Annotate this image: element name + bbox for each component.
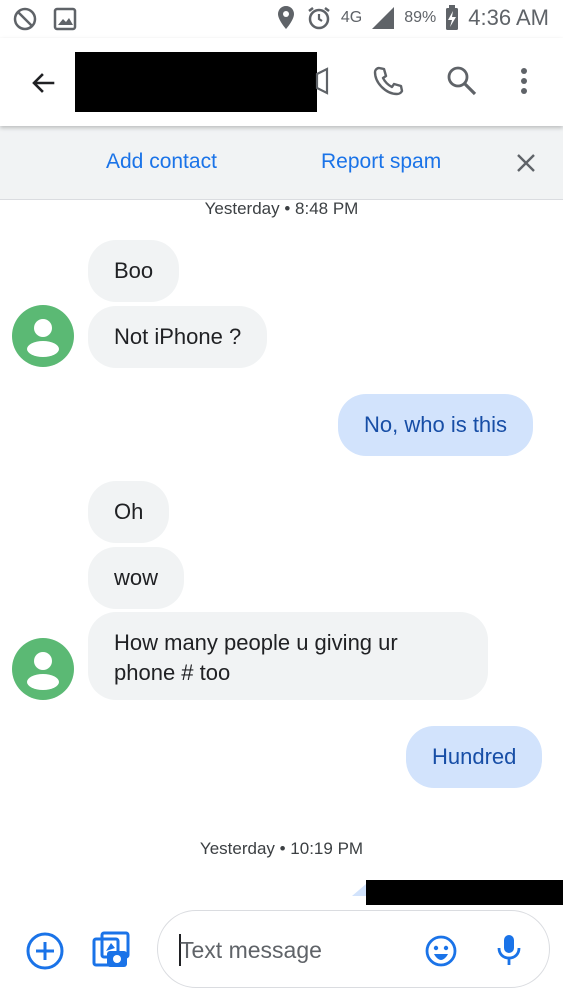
message-bubble-incoming[interactable]: Oh <box>88 481 170 543</box>
conversation-timestamp: Yesterday • 8:48 PM <box>204 199 359 218</box>
lte-icon: 4G <box>340 9 363 26</box>
contact-name-redacted <box>75 52 317 112</box>
contact-avatar[interactable] <box>12 305 74 367</box>
add-contact-button[interactable]: Add contact <box>106 150 217 174</box>
clock-time: 4:36 AM <box>468 5 549 30</box>
emoji-icon[interactable] <box>424 934 458 973</box>
video-call-icon[interactable] <box>307 66 329 101</box>
report-spam-button[interactable]: Report spam <box>321 150 441 174</box>
spam-action-bar: Add contact Report spam <box>0 126 563 200</box>
battery-charging-icon <box>444 4 460 32</box>
battery-percent: 89% <box>404 9 437 26</box>
person-icon <box>27 319 59 357</box>
status-bar: 4G 89% 4:36 AM <box>0 0 563 38</box>
message-bubble-outgoing[interactable]: No, who is this <box>338 394 534 456</box>
status-left-icons <box>12 6 78 32</box>
more-vert-icon[interactable] <box>514 63 534 104</box>
message-bubble-outgoing[interactable]: Hundred <box>406 726 543 788</box>
message-bubble-tail <box>352 884 366 896</box>
compose-bar <box>0 905 563 1000</box>
close-icon[interactable] <box>511 148 541 178</box>
gallery-icon[interactable] <box>90 929 132 976</box>
mic-icon[interactable] <box>494 932 524 973</box>
location-icon <box>275 4 297 32</box>
image-icon <box>52 6 78 32</box>
status-right-icons: 4G 89% 4:36 AM <box>275 4 549 32</box>
person-icon <box>27 652 59 690</box>
signal-icon <box>370 5 396 31</box>
alarm-icon <box>305 4 333 32</box>
do-not-disturb-icon <box>12 6 38 32</box>
search-icon[interactable] <box>444 63 480 104</box>
contact-avatar[interactable] <box>12 638 74 700</box>
message-bubble-incoming[interactable]: wow <box>88 547 185 609</box>
message-bubble-incoming[interactable]: How many people u giving ur phone # too <box>88 612 488 700</box>
message-bubble-incoming[interactable]: Not iPhone ? <box>88 306 268 368</box>
conversation-timestamp: Yesterday • 10:19 PM <box>199 839 364 858</box>
app-bar <box>0 38 563 126</box>
text-message-input[interactable] <box>180 933 400 967</box>
message-input-container[interactable] <box>157 910 550 988</box>
phone-icon[interactable] <box>370 63 406 104</box>
back-arrow-icon[interactable] <box>22 62 64 104</box>
add-circle-icon[interactable] <box>25 931 65 976</box>
message-bubble-incoming[interactable]: Boo <box>88 240 180 302</box>
